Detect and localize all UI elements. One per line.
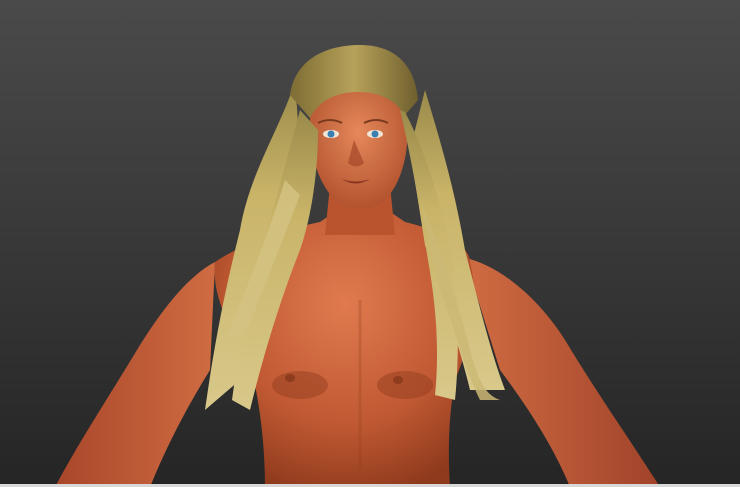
left-arm — [55, 262, 215, 487]
render-canvas — [0, 45, 740, 487]
3d-viewport[interactable] — [0, 0, 740, 487]
right-breast-shade — [377, 371, 433, 399]
left-breast-shade — [272, 371, 328, 399]
body — [55, 185, 660, 487]
